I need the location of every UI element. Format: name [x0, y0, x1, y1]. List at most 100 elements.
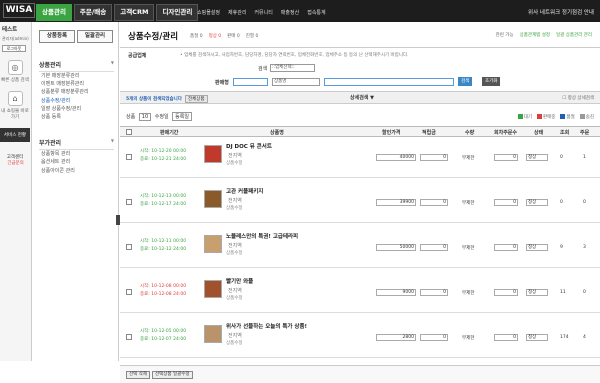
price-input[interactable]: 40000 [376, 154, 416, 161]
col-period[interactable]: 판매기간 [160, 129, 178, 136]
col-points[interactable]: 적립금 [422, 129, 436, 136]
order-count-input[interactable]: 0 [494, 244, 518, 251]
logout-button[interactable]: 로그아웃 [2, 45, 26, 52]
row-checkbox[interactable] [126, 334, 132, 340]
price-input[interactable]: 2800 [376, 334, 416, 341]
product-edit-link[interactable]: 상품수정 [226, 250, 243, 256]
status-select[interactable]: 정상 [526, 244, 548, 251]
menu-community[interactable]: 커뮤니티 [254, 9, 272, 16]
menu-item[interactable]: 상품분류 매장분류관리 [41, 89, 118, 96]
col-orders[interactable]: 주문 [580, 129, 589, 136]
list-toolbar: 상품 10 수정일 등록일 [126, 112, 194, 121]
top-notice[interactable]: 위사 네트워크 정기점검 안내 [528, 8, 594, 16]
product-edit-link[interactable]: 상품수정 [226, 160, 243, 166]
supplier-select[interactable]: ::업체선택:: [270, 64, 315, 72]
menu-shop-settings[interactable]: 쇼핑몰설정 [197, 9, 220, 16]
order-count-input[interactable]: 0 [494, 154, 518, 161]
menu-affiliate[interactable]: 제휴관리 [228, 9, 246, 16]
row-checkbox[interactable] [126, 154, 132, 160]
points-input[interactable]: 0 [420, 154, 448, 161]
sales-type-select[interactable] [233, 78, 268, 86]
menu-item[interactable]: 옵션세트 관리 [41, 159, 118, 166]
product-thumbnail[interactable] [204, 190, 222, 208]
menu-item[interactable]: 상품아이콘 관리 [41, 168, 118, 175]
table-row[interactable]: 시작: 10-12-11 00:00 종료: 10-12-12 24:00 노블… [120, 228, 600, 268]
tab-design[interactable]: 디자인관리 [156, 4, 199, 21]
status-select[interactable]: 정상 [526, 334, 548, 341]
product-thumbnail[interactable] [204, 235, 222, 253]
menu-sales[interactable]: 매출정산 [281, 9, 299, 16]
product-thumbnail[interactable] [204, 325, 222, 343]
urgent-link[interactable]: 긴급문의 [0, 160, 31, 166]
menu-item-active[interactable]: 상품수정/관리 [41, 98, 118, 105]
menu-section-products[interactable]: 상품관리 ▼ [39, 60, 114, 72]
product-seller: 전지역 [228, 333, 242, 339]
select-all-checkbox[interactable] [126, 129, 132, 135]
price-input[interactable]: 9000 [376, 289, 416, 296]
points-input[interactable]: 0 [420, 199, 448, 206]
table-row[interactable]: 시작: 10-12-05 00:00 종료: 10-12-07 24:00 위사… [120, 318, 600, 358]
price-input[interactable]: 39900 [376, 199, 416, 206]
order-count-input[interactable]: 0 [494, 334, 518, 341]
col-name[interactable]: 상품명 [270, 129, 284, 136]
search-input[interactable] [324, 78, 454, 86]
status-select[interactable]: 정상 [526, 154, 548, 161]
tag-all[interactable]: 전체상품 [184, 95, 208, 103]
tab-orders[interactable]: 주문/배송 [73, 4, 113, 21]
sort-select[interactable]: 등록일 [172, 112, 192, 121]
bulk-edit-button[interactable]: 선택상품 일괄수정 [152, 371, 193, 379]
status-select[interactable]: 정상 [526, 289, 548, 296]
price-input[interactable]: 50000 [376, 244, 416, 251]
logo[interactable]: WISA [3, 3, 35, 18]
table-row[interactable]: 시작: 10-12-08 00:00 종료: 10-12-08 24:00 빨기… [120, 273, 600, 313]
menu-stats[interactable]: 접속통계 [307, 9, 325, 16]
field-select[interactable]: 상품명 [272, 78, 320, 86]
product-thumbnail[interactable] [204, 145, 222, 163]
row-checkbox[interactable] [126, 199, 132, 205]
search-button[interactable]: 검색 [458, 77, 473, 86]
menu-item[interactable]: 상품 등록 [41, 114, 118, 121]
table-row[interactable]: 시작: 10-12-20 00:00 종료: 10-12-21 24:00 DJ… [120, 138, 600, 178]
product-register-button[interactable]: 상품등록 [39, 30, 75, 43]
product-name[interactable]: 빨기만 와플 [226, 277, 253, 285]
product-edit-link[interactable]: 상품수정 [226, 340, 243, 346]
menu-item[interactable]: 상품항목 관리 [41, 151, 118, 158]
always-detail-option[interactable]: ☐ 항상 상세검색 [562, 95, 594, 101]
delete-selected-button[interactable]: 선택 삭제 [126, 371, 150, 379]
points-input[interactable]: 0 [420, 244, 448, 251]
menu-item[interactable]: 기본 매장분류관리 [41, 73, 118, 80]
tab-crm[interactable]: 고객CRM [114, 4, 155, 21]
order-count-input[interactable]: 0 [494, 199, 518, 206]
detail-search-toggle[interactable]: 상세검색 ▼ [350, 94, 374, 101]
quick-search[interactable]: ◎ 빠른 상품 검색 [0, 60, 30, 83]
col-status[interactable]: 상태 [534, 129, 543, 136]
menu-section-extra[interactable]: 부가관리 ▼ [39, 138, 114, 151]
quick-service[interactable]: 서비스 현황 [0, 128, 30, 142]
product-name[interactable]: 고관 커플패키지 [226, 187, 263, 195]
points-input[interactable]: 0 [420, 289, 448, 296]
product-name[interactable]: DJ DOC 뮤 콘서트 [226, 142, 272, 150]
product-thumbnail[interactable] [204, 280, 222, 298]
bulk-manage-button[interactable]: 일괄관리 [77, 30, 113, 43]
order-count-input[interactable]: 0 [494, 289, 518, 296]
per-page-select[interactable]: 10 [138, 113, 152, 121]
col-price[interactable]: 할인가격 [382, 129, 400, 136]
quick-shop[interactable]: ⌂ 내 쇼핑몰 바로가기 [0, 91, 30, 120]
points-input[interactable]: 0 [420, 334, 448, 341]
product-name[interactable]: 노블레스만의 특권! 고급테라피 [226, 232, 298, 240]
product-edit-link[interactable]: 상품수정 [226, 295, 243, 301]
menu-item[interactable]: 이벤트 매장분류관리 [41, 81, 118, 88]
table-row[interactable]: 시작: 10-12-13 00:00 종료: 10-12-17 24:00 고관… [120, 183, 600, 223]
product-edit-link[interactable]: 상품수정 [226, 205, 243, 211]
row-checkbox[interactable] [126, 289, 132, 295]
row-checkbox[interactable] [126, 244, 132, 250]
tab-products[interactable]: 상품관리 [36, 4, 72, 21]
col-qty[interactable]: 수량 [465, 129, 474, 136]
status-select[interactable]: 정상 [526, 199, 548, 206]
reset-button[interactable]: 초기화 [482, 77, 501, 86]
menu-item[interactable]: 일괄 상품수정/관리 [41, 106, 118, 113]
col-order-count[interactable]: 회차주문수 [494, 129, 517, 136]
product-name[interactable]: 위사가 선물하는 오늘의 특가 상품! [226, 322, 307, 330]
orders-count: 0 [583, 290, 586, 295]
col-views[interactable]: 조회 [560, 129, 569, 136]
